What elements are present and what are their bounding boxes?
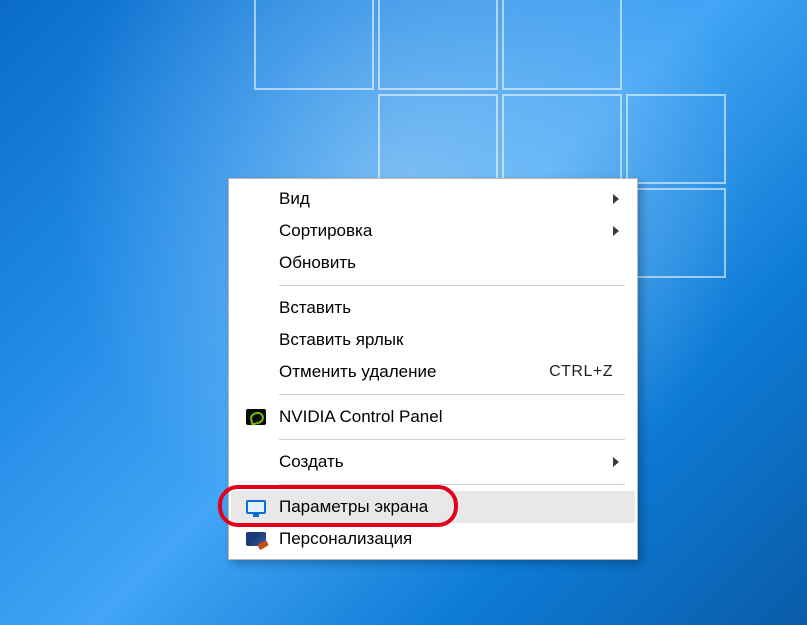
menu-item-paste[interactable]: Вставить [231, 292, 635, 324]
menu-item-label: Персонализация [279, 529, 412, 549]
menu-separator [279, 394, 625, 395]
menu-separator [279, 484, 625, 485]
nvidia-icon [245, 408, 267, 426]
menu-item-paste-shortcut[interactable]: Вставить ярлык [231, 324, 635, 356]
menu-item-label: Вид [279, 189, 310, 209]
menu-item-sort[interactable]: Сортировка [231, 215, 635, 247]
menu-item-shortcut: CTRL+Z [549, 363, 613, 381]
wallpaper-pane [502, 94, 622, 184]
menu-item-label: Создать [279, 452, 344, 472]
menu-separator [279, 285, 625, 286]
personalize-icon [245, 530, 267, 548]
menu-item-refresh[interactable]: Обновить [231, 247, 635, 279]
menu-item-label: Отменить удаление [279, 362, 436, 382]
menu-separator [279, 439, 625, 440]
menu-item-view[interactable]: Вид [231, 183, 635, 215]
menu-item-undo-delete[interactable]: Отменить удаление CTRL+Z [231, 356, 635, 388]
wallpaper-pane [626, 94, 726, 184]
wallpaper-pane [378, 94, 498, 184]
menu-item-label: Сортировка [279, 221, 372, 241]
chevron-right-icon [613, 194, 619, 204]
monitor-icon [245, 498, 267, 516]
menu-item-label: Параметры экрана [279, 497, 428, 517]
wallpaper-pane [502, 0, 622, 90]
menu-item-label: Вставить [279, 298, 351, 318]
menu-item-display-settings[interactable]: Параметры экрана [231, 491, 635, 523]
menu-item-new[interactable]: Создать [231, 446, 635, 478]
wallpaper-pane [626, 188, 726, 278]
menu-item-personalize[interactable]: Персонализация [231, 523, 635, 555]
menu-item-nvidia-control-panel[interactable]: NVIDIA Control Panel [231, 401, 635, 433]
menu-item-label: Вставить ярлык [279, 330, 403, 350]
menu-item-label: NVIDIA Control Panel [279, 407, 442, 427]
wallpaper-pane [254, 0, 374, 90]
wallpaper-pane [378, 0, 498, 90]
chevron-right-icon [613, 226, 619, 236]
desktop-context-menu: Вид Сортировка Обновить Вставить Вставит… [228, 178, 638, 560]
chevron-right-icon [613, 457, 619, 467]
menu-item-label: Обновить [279, 253, 356, 273]
